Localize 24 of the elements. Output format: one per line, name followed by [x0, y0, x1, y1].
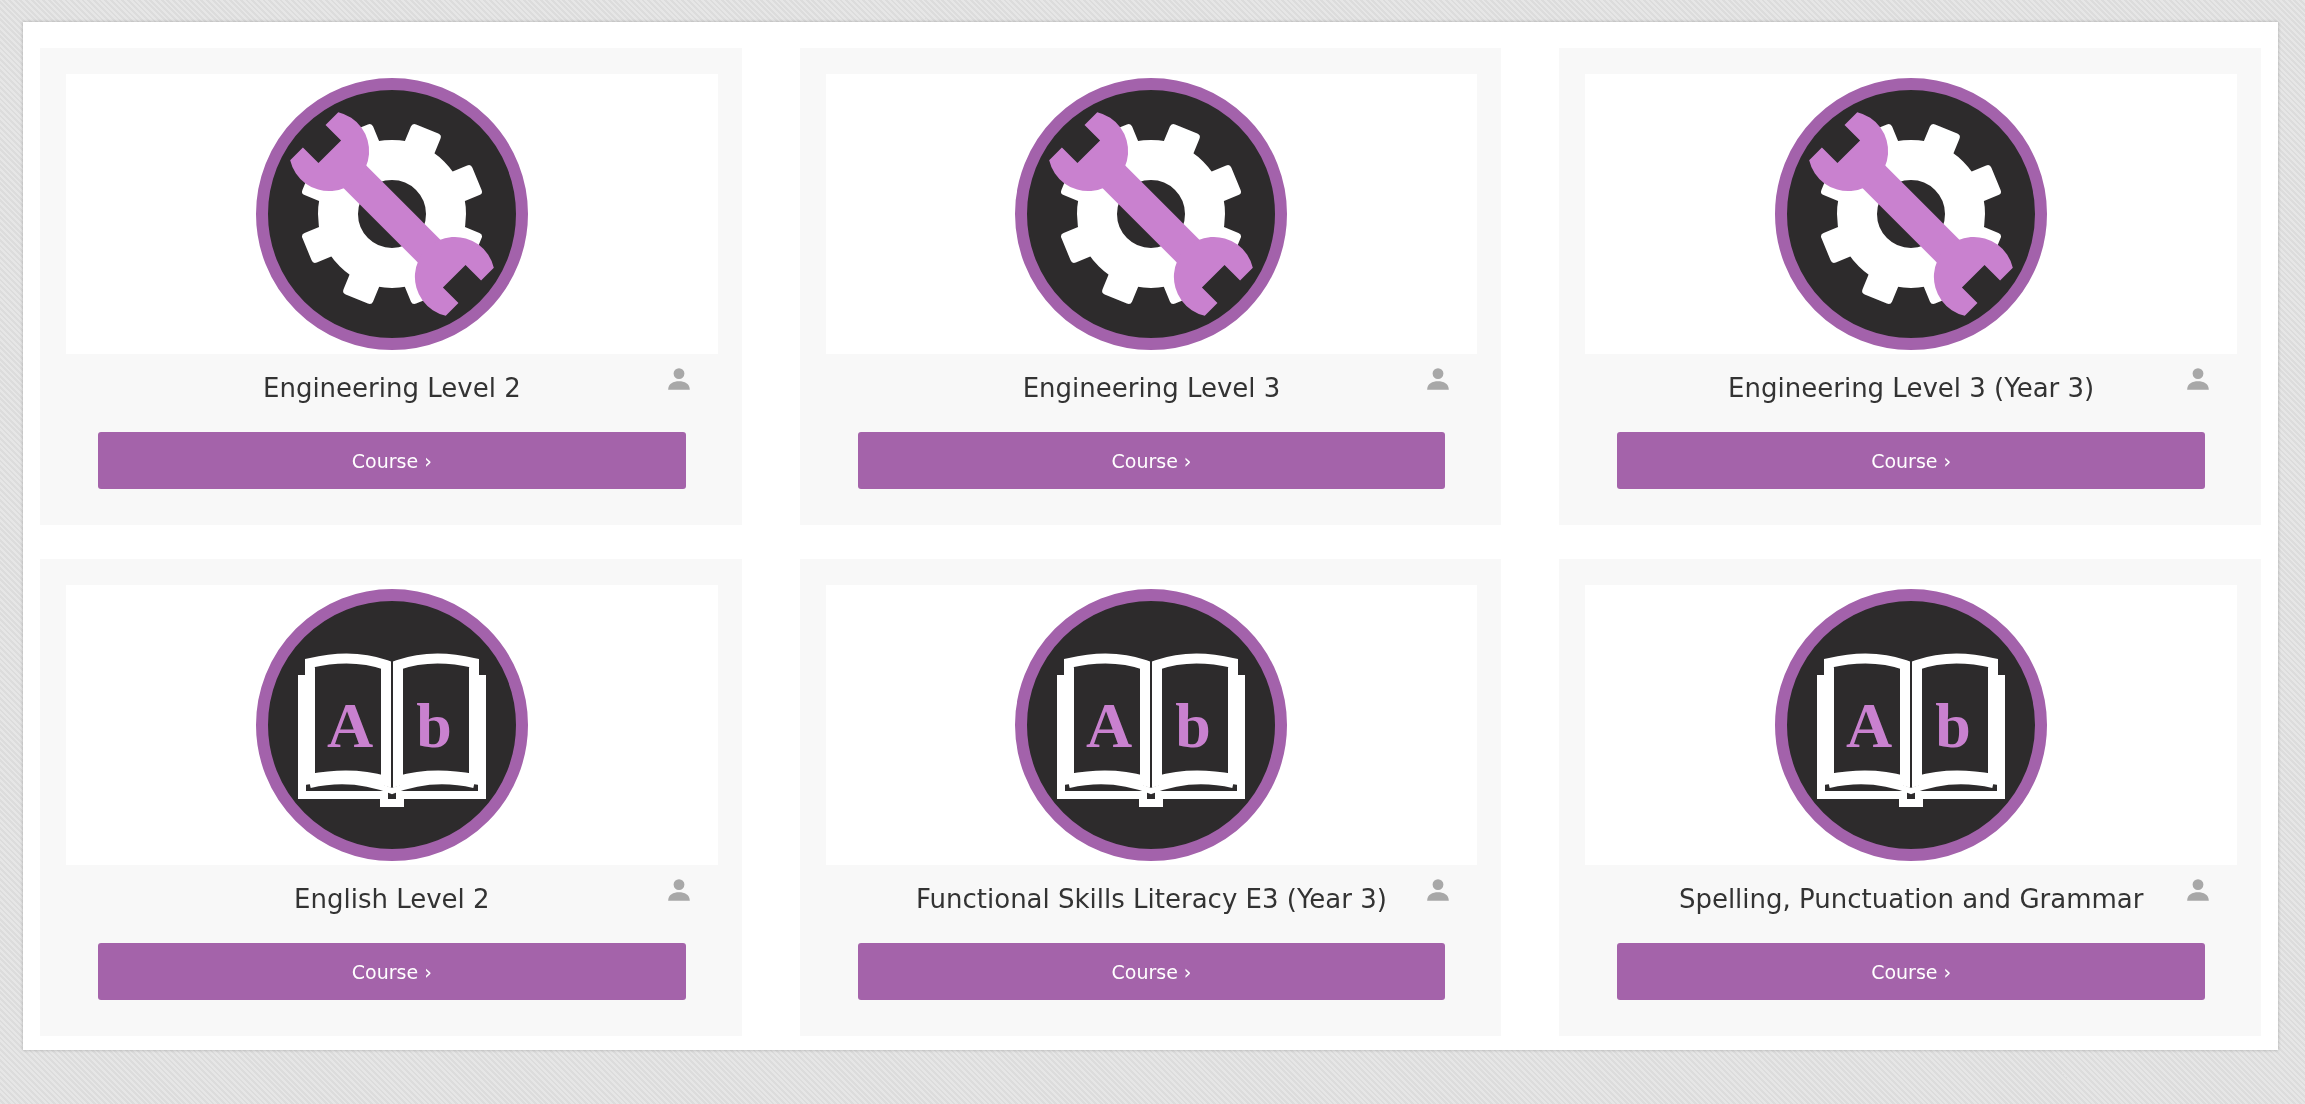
course-button[interactable]: Course ›: [98, 432, 686, 489]
course-button[interactable]: Course ›: [857, 943, 1446, 1000]
course-button[interactable]: Course ›: [1617, 432, 2205, 489]
course-title: English Level 2: [294, 884, 490, 914]
person-icon: [665, 366, 692, 392]
course-title: Engineering Level 3: [1022, 373, 1281, 403]
course-title: Functional Skills Literacy E3 (Year 3): [916, 884, 1387, 914]
course-button[interactable]: Course ›: [1617, 943, 2205, 1000]
course-button[interactable]: Course ›: [98, 943, 686, 1000]
person-icon: [1425, 366, 1452, 392]
course-title: Spelling, Punctuation and Grammar: [1678, 884, 2144, 914]
book-icon: A b: [255, 589, 528, 861]
book-icon: A b: [1775, 589, 2048, 861]
gear-wrench-icon: [1015, 78, 1288, 350]
person-icon: [665, 877, 692, 903]
person-icon: [2185, 366, 2211, 392]
course-title: Engineering Level 3 (Year 3): [1728, 373, 2095, 403]
person-icon: [1425, 877, 1452, 903]
book-icon: A b: [1015, 589, 1288, 861]
gear-wrench-icon: [255, 78, 528, 350]
course-button[interactable]: Course ›: [857, 432, 1446, 489]
gear-wrench-icon: [1775, 78, 2048, 350]
course-title: Engineering Level 2: [262, 373, 521, 403]
person-icon: [2185, 877, 2211, 903]
